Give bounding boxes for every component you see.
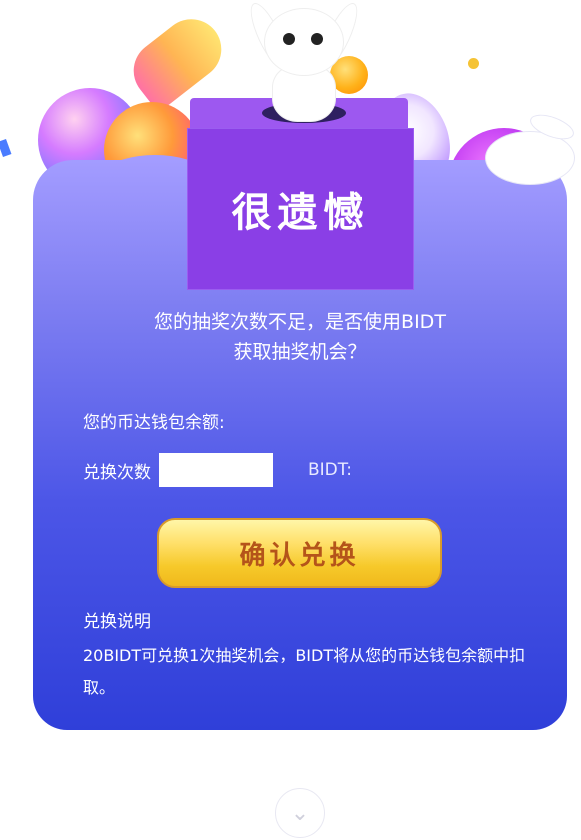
exchange-row: 兑换次数 BIDT: <box>83 452 352 488</box>
bunny-icon <box>243 0 365 122</box>
confirm-exchange-button[interactable]: 确认兑换 <box>157 518 442 588</box>
description-text: 20BIDT可兑换1次抽奖机会，BIDT将从您的币达钱包余额中扣取。 <box>83 646 526 697</box>
lottery-exchange-modal: 很遗憾 您的抽奖次数不足，是否使用BIDT 获取抽奖机会？ 您的币达钱包余额: … <box>0 0 581 840</box>
description-title: 兑换说明 <box>83 612 151 632</box>
wallet-balance-label: 您的币达钱包余额: <box>83 413 225 433</box>
dot-decoration <box>468 58 479 69</box>
prompt-message: 您的抽奖次数不足，是否使用BIDT 获取抽奖机会？ <box>110 307 490 367</box>
rabbit-icon <box>486 111 578 188</box>
exchange-count-input[interactable] <box>159 453 273 487</box>
prompt-line-2: 获取抽奖机会？ <box>233 341 367 363</box>
prompt-line-1: 您的抽奖次数不足，是否使用BIDT <box>154 311 446 333</box>
dot-decoration <box>0 138 12 158</box>
chevron-down-icon[interactable]: ⌄ <box>275 788 325 838</box>
lottery-box: 很遗憾 <box>187 128 414 290</box>
result-title: 很遗憾 <box>231 189 370 236</box>
exchange-count-label: 兑换次数 <box>83 462 151 483</box>
bidt-amount-label: BIDT: <box>308 460 353 480</box>
